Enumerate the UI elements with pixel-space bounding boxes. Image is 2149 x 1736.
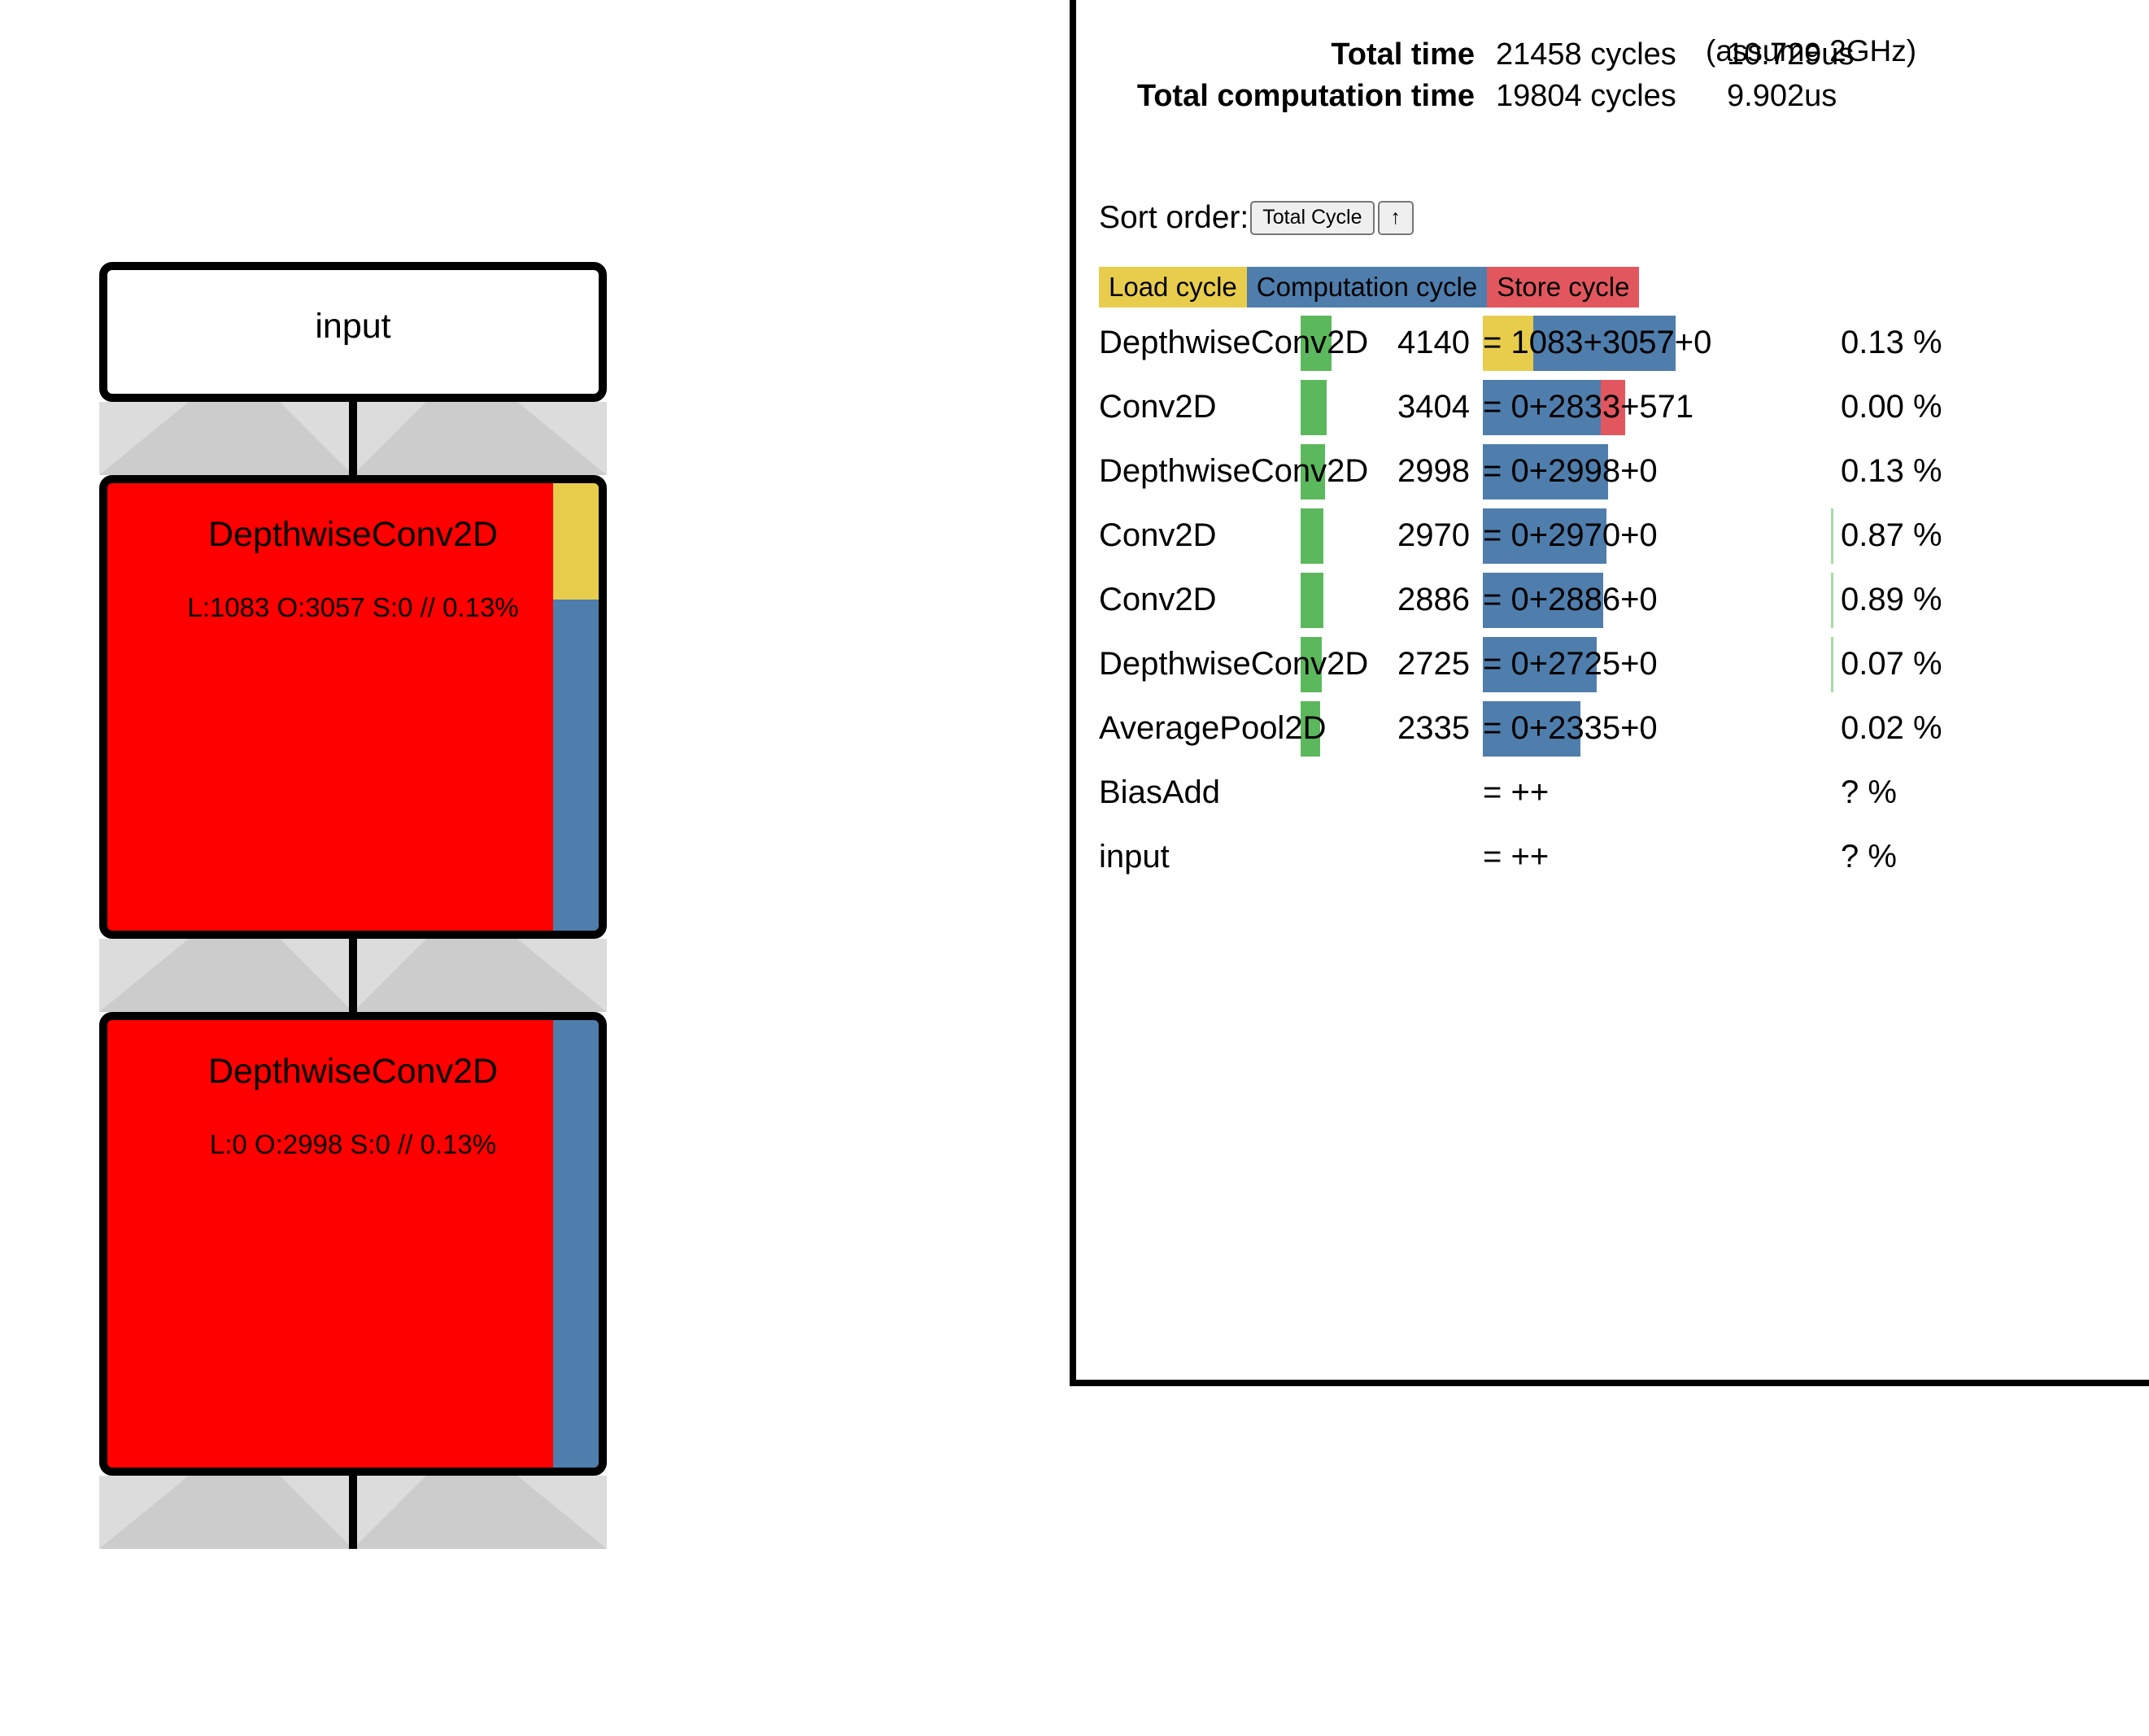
summary-row-total-computation-time: Total computation time 19804 cycles 9.90… xyxy=(1076,76,1854,117)
assume-frequency-note: (assume 2GHz) xyxy=(1706,34,1917,68)
summary-time: 9.902us xyxy=(1727,79,1837,113)
summary-label: Total time xyxy=(1331,37,1475,72)
graph-node-stats: L:0 O:2998 S:0 // 0.13% xyxy=(209,1129,497,1159)
graph-node-title: input xyxy=(315,307,391,346)
summary-cycles: 19804 cycles xyxy=(1496,79,1676,113)
row-breakdown: = 0+2335+0 xyxy=(1483,710,1658,746)
profiling-panel: (assume 2GHz) Total time 21458 cycles 10… xyxy=(1070,0,2149,1386)
row-percentage: 0.87 % xyxy=(1841,517,1942,553)
edge-line xyxy=(349,1476,357,1549)
row-percentage: 0.00 % xyxy=(1841,389,1942,425)
row-percentage: ? % xyxy=(1841,774,1897,810)
edge-triangle-left-icon xyxy=(99,1476,189,1549)
sort-order-label: Sort order: xyxy=(1099,200,1249,235)
row-breakdown: = 0+2886+0 xyxy=(1483,582,1658,617)
graph-node-depthwiseconv2d-2[interactable]: DepthwiseConv2D L:0 O:2998 S:0 // 0.13% xyxy=(99,1012,607,1476)
row-total-cycles: 4140 xyxy=(1397,325,1470,360)
graph-edge-connector xyxy=(99,1476,607,1549)
row-total-cycles: 2998 xyxy=(1397,453,1470,489)
row-breakdown: = 0+2998+0 xyxy=(1483,453,1658,489)
table-row[interactable]: AveragePool2D 2335 = 0+2335+0 0.02 % xyxy=(1099,696,2132,761)
model-graph-panel: input DepthwiseConv2D L:1083 O:3057 S:0 … xyxy=(0,0,1057,1736)
row-percentage: 0.07 % xyxy=(1841,646,1942,682)
percentage-separator xyxy=(1831,508,1833,564)
row-total-cycles xyxy=(1294,761,1470,825)
edge-triangle-right-icon xyxy=(517,939,607,1012)
row-total-cycles xyxy=(1294,825,1470,889)
sort-order-control: Sort order: Total Cycle ↑ xyxy=(1099,200,1415,236)
summary-block: (assume 2GHz) Total time 21458 cycles 10… xyxy=(1076,34,2093,117)
table-row[interactable]: input = ++ ? % xyxy=(1099,825,2132,889)
percentage-separator xyxy=(1831,637,1833,692)
strip-computation-segment xyxy=(553,600,599,931)
profiling-table: DepthwiseConv2D 4140 = 1083+3057+0 0.13 … xyxy=(1099,311,2132,889)
row-breakdown: = ++ xyxy=(1483,839,1550,875)
table-row[interactable]: DepthwiseConv2D 2725 = 0+2725+0 0.07 % xyxy=(1099,632,2132,696)
edge-triangle-right-icon xyxy=(517,402,607,475)
sort-key-select[interactable]: Total Cycle xyxy=(1250,201,1375,235)
row-op-name: AveragePool2D xyxy=(1099,710,1327,746)
graph-edge-connector xyxy=(99,939,607,1012)
edge-line xyxy=(349,939,357,1012)
row-breakdown: = 1083+3057+0 xyxy=(1483,325,1712,360)
sort-direction-toggle[interactable]: ↑ xyxy=(1377,201,1415,235)
edge-line xyxy=(349,402,357,475)
graph-node-stack: input DepthwiseConv2D L:1083 O:3057 S:0 … xyxy=(99,262,607,1549)
row-op-name: Conv2D xyxy=(1099,582,1217,617)
table-row[interactable]: Conv2D 2886 = 0+2886+0 0.89 % xyxy=(1099,568,2132,632)
row-op-name: Conv2D xyxy=(1099,389,1217,425)
row-total-cycles: 2886 xyxy=(1397,582,1470,617)
percentage-separator xyxy=(1831,573,1833,628)
row-total-cycles: 2970 xyxy=(1397,517,1470,553)
row-op-name: Conv2D xyxy=(1099,517,1217,553)
table-row[interactable]: DepthwiseConv2D 2998 = 0+2998+0 0.13 % xyxy=(1099,439,2132,504)
row-breakdown: = ++ xyxy=(1483,774,1550,810)
edge-triangle-right-icon xyxy=(517,1476,607,1549)
row-percentage: 0.13 % xyxy=(1841,453,1942,489)
row-total-cycles: 2725 xyxy=(1397,646,1470,682)
row-breakdown: = 0+2833+571 xyxy=(1483,389,1694,425)
row-percentage: 0.89 % xyxy=(1841,582,1942,617)
graph-node-input[interactable]: input xyxy=(99,262,607,402)
legend-item-store-cycle: Store cycle xyxy=(1487,267,1640,308)
graph-node-title: DepthwiseConv2D xyxy=(207,515,499,554)
graph-node-depthwiseconv2d-1[interactable]: DepthwiseConv2D L:1083 O:3057 S:0 // 0.1… xyxy=(99,475,607,939)
legend-item-computation-cycle: Computation cycle xyxy=(1246,267,1488,308)
edge-triangle-left-icon xyxy=(99,939,189,1012)
row-total-cycles: 3404 xyxy=(1397,389,1470,425)
row-breakdown: = 0+2725+0 xyxy=(1483,646,1658,682)
row-percentage: 0.13 % xyxy=(1841,325,1942,360)
cycle-legend: Load cycle Computation cycle Store cycle xyxy=(1099,267,1640,308)
row-breakdown: = 0+2970+0 xyxy=(1483,517,1658,553)
graph-node-stats: L:1083 O:3057 S:0 // 0.13% xyxy=(187,592,519,622)
graph-edge-connector xyxy=(99,402,607,475)
graph-node-title: DepthwiseConv2D xyxy=(207,1052,499,1091)
row-total-cycles: 2335 xyxy=(1397,710,1470,746)
summary-label: Total computation time xyxy=(1136,79,1475,113)
edge-triangle-left-icon xyxy=(99,402,189,475)
summary-cycles: 21458 cycles xyxy=(1496,37,1676,72)
table-row[interactable]: DepthwiseConv2D 4140 = 1083+3057+0 0.13 … xyxy=(1099,311,2132,375)
row-op-name: input xyxy=(1099,839,1170,875)
legend-item-load-cycle: Load cycle xyxy=(1099,267,1247,308)
table-row[interactable]: Conv2D 3404 = 0+2833+571 0.00 % xyxy=(1099,375,2132,439)
row-percentage: 0.02 % xyxy=(1841,710,1942,746)
row-op-name: BiasAdd xyxy=(1099,774,1220,810)
row-percentage: ? % xyxy=(1841,839,1897,875)
table-row[interactable]: BiasAdd = ++ ? % xyxy=(1099,761,2132,825)
table-row[interactable]: Conv2D 2970 = 0+2970+0 0.87 % xyxy=(1099,504,2132,568)
